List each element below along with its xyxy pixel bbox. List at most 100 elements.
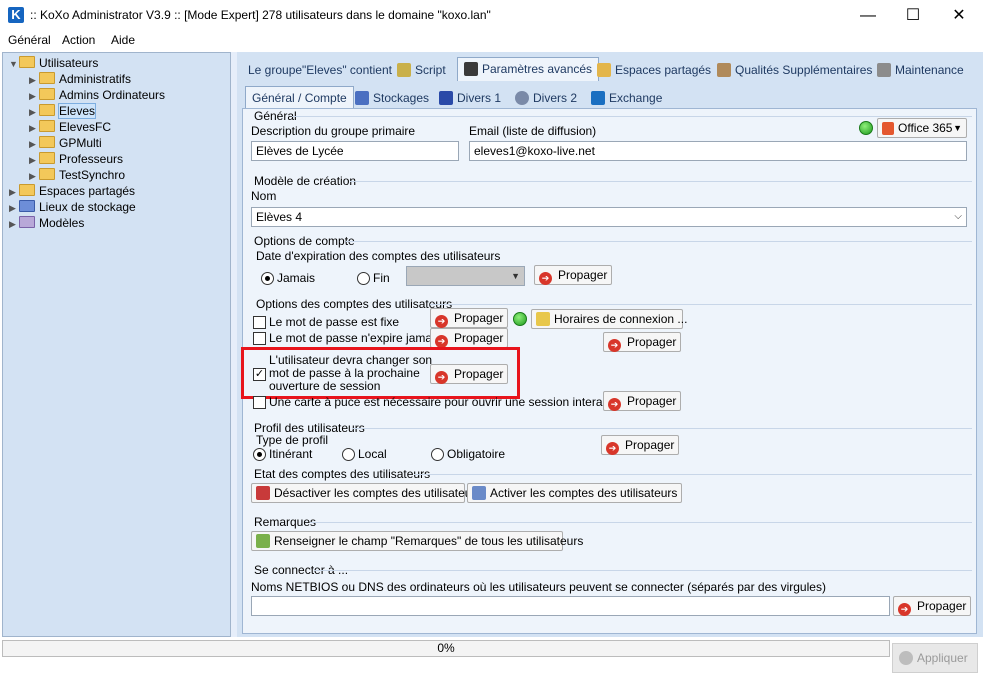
office365-dropdown[interactable]: Office 365 ▼	[877, 118, 967, 138]
radio-itinerant[interactable]	[253, 448, 266, 461]
apply-button[interactable]: Appliquer	[892, 643, 978, 673]
propager-horaires-button[interactable]: ➔ Propager	[603, 332, 681, 352]
radio-fin[interactable]	[357, 272, 370, 285]
close-button[interactable]: ✕	[936, 0, 982, 31]
divider	[310, 522, 972, 523]
change-pwd-checkbox[interactable]: ✓	[253, 368, 266, 381]
description-input[interactable]: Elèves de Lycée	[251, 141, 459, 161]
propagate-icon: ➔	[435, 315, 448, 328]
tree-item-utilisateurs[interactable]: ▼ Utilisateurs	[9, 55, 98, 71]
menu-general[interactable]: Général	[8, 33, 51, 47]
wrench-icon	[439, 91, 453, 105]
tab-espaces-partages[interactable]: Espaces partagés	[591, 59, 717, 81]
propager-smartcard-button[interactable]: ➔ Propager	[603, 391, 681, 411]
tree-item-espaces-partages[interactable]: ▶ Espaces partagés	[9, 183, 135, 199]
group-folder-icon	[39, 136, 55, 148]
section-options-utilisateurs-title: Options des comptes des utilisateurs	[256, 297, 453, 311]
tree-item-gpmulti[interactable]: ▶ GPMulti	[29, 135, 102, 151]
disable-accounts-button[interactable]: Désactiver les comptes des utilisateurs	[251, 483, 481, 503]
status-ok-icon	[513, 312, 527, 326]
edit-notes-icon	[256, 534, 270, 548]
radio-obligatoire[interactable]	[431, 448, 444, 461]
tree-item-administratifs[interactable]: ▶ Administratifs	[29, 71, 131, 87]
maximize-button[interactable]: ☐	[890, 0, 936, 31]
tab-stockages[interactable]: Stockages	[349, 87, 435, 109]
expand-icon[interactable]: ▶	[29, 72, 39, 88]
minimize-button[interactable]: —	[845, 0, 891, 31]
lock-clock-icon	[536, 312, 550, 326]
jamais-label: Jamais	[277, 271, 316, 285]
propager-netbios-button[interactable]: ➔ Propager	[893, 596, 971, 616]
smartcard-checkbox[interactable]	[253, 396, 266, 409]
gear-icon	[515, 91, 529, 105]
propager-pwd-fixed-button[interactable]: ➔ Propager	[430, 308, 508, 328]
tab-qualites-supplementaires[interactable]: Qualités Supplémentaires	[711, 59, 878, 81]
menu-aide[interactable]: Aide	[111, 33, 135, 47]
netbios-label: Noms NETBIOS ou DNS des ordinateurs où l…	[251, 580, 826, 594]
group-folder-icon	[39, 152, 55, 164]
expand-icon[interactable]: ▶	[29, 104, 39, 120]
tab-divers-2[interactable]: Divers 2	[509, 87, 583, 109]
modele-select[interactable]: Elèves 4 ⌵	[251, 207, 967, 227]
tree-item-admins-ordinateurs[interactable]: ▶ Admins Ordinateurs	[29, 87, 165, 103]
tree-item-testsynchro[interactable]: ▶ TestSynchro	[29, 167, 125, 183]
expand-icon[interactable]: ▶	[9, 184, 19, 200]
chevron-down-icon: ⌵	[954, 211, 962, 222]
tree-item-lieux-de-stockage[interactable]: ▶ Lieux de stockage	[9, 199, 136, 215]
netbios-input[interactable]	[251, 596, 890, 616]
propagate-icon: ➔	[435, 371, 448, 384]
users-folder-icon	[19, 56, 35, 68]
propager-pwd-never-expires-button[interactable]: ➔ Propager	[430, 328, 508, 348]
expand-icon[interactable]: ▶	[29, 88, 39, 104]
email-input[interactable]: eleves1@koxo-live.net	[469, 141, 967, 161]
expand-icon[interactable]: ▶	[29, 152, 39, 168]
tab-parametres-avances[interactable]: Paramètres avancés	[457, 57, 600, 81]
radio-jamais[interactable]	[261, 272, 274, 285]
expand-icon[interactable]: ▶	[29, 136, 39, 152]
title-bar: K :: KoXo Administrator V3.9 :: [Mode Ex…	[0, 0, 983, 31]
pwd-never-expires-checkbox[interactable]	[253, 332, 266, 345]
propager-profil-button[interactable]: ➔ Propager	[601, 435, 679, 455]
expand-icon[interactable]: ▶	[9, 216, 19, 232]
expand-icon[interactable]: ▼	[9, 56, 19, 72]
expiration-date-picker[interactable]: ▼	[406, 266, 525, 286]
horaires-connexion-button[interactable]: Horaires de connexion ...	[531, 309, 687, 329]
tab-general-compte[interactable]: Général / Compte	[245, 86, 354, 108]
pwd-fixed-checkbox[interactable]	[253, 316, 266, 329]
email-label: Email (liste de diffusion)	[469, 124, 597, 138]
expand-icon[interactable]: ▶	[9, 200, 19, 216]
script-gear-icon	[397, 63, 411, 77]
tab-maintenance[interactable]: Maintenance	[871, 59, 970, 81]
tools-icon	[877, 63, 891, 77]
divider	[414, 474, 972, 475]
tree-item-elevesfc[interactable]: ▶ ElevesFC	[29, 119, 111, 135]
tree-item-modeles[interactable]: ▶ Modèles	[9, 215, 84, 231]
expiration-label: Date d'expiration des comptes des utilis…	[256, 249, 501, 263]
tab-script[interactable]: Script	[391, 59, 452, 81]
tab-divers-1[interactable]: Divers 1	[433, 87, 507, 109]
tree-item-eleves[interactable]: ▶ Eleves	[29, 103, 97, 120]
section-general-title: Général	[254, 109, 297, 123]
koxo-app-icon: K	[8, 7, 24, 23]
menu-action[interactable]: Action	[62, 33, 95, 47]
pwd-never-expires-label: Le mot de passe n'expire jamais	[269, 331, 441, 345]
propager-expiration-button[interactable]: ➔ Propager	[534, 265, 612, 285]
renseigner-remarques-button[interactable]: Renseigner le champ "Remarques" de tous …	[251, 531, 583, 551]
section-modele-title: Modèle de création	[254, 174, 357, 188]
storage-icon	[355, 91, 369, 105]
radio-local[interactable]	[342, 448, 355, 461]
tab-groupe-contient[interactable]: Le groupe"Eleves" contient	[242, 59, 398, 81]
chevron-down-icon: ▼	[953, 123, 962, 133]
change-pwd-label: L'utilisateur devra changer son mot de p…	[269, 353, 433, 393]
tab-exchange[interactable]: Exchange	[585, 87, 668, 109]
propager-change-pwd-button[interactable]: ➔ Propager	[430, 364, 508, 384]
expand-icon[interactable]: ▶	[29, 120, 39, 136]
expand-icon[interactable]: ▶	[29, 168, 39, 184]
section-options-compte-title: Options de compte	[254, 234, 355, 248]
window-title: :: KoXo Administrator V3.9 :: [Mode Expe…	[30, 8, 491, 22]
nom-label: Nom	[251, 189, 277, 203]
description-label: Description du groupe primaire	[251, 124, 416, 138]
enable-accounts-button[interactable]: Activer les comptes des utilisateurs	[467, 483, 682, 503]
local-label: Local	[358, 447, 387, 461]
tree-item-professeurs[interactable]: ▶ Professeurs	[29, 151, 123, 167]
